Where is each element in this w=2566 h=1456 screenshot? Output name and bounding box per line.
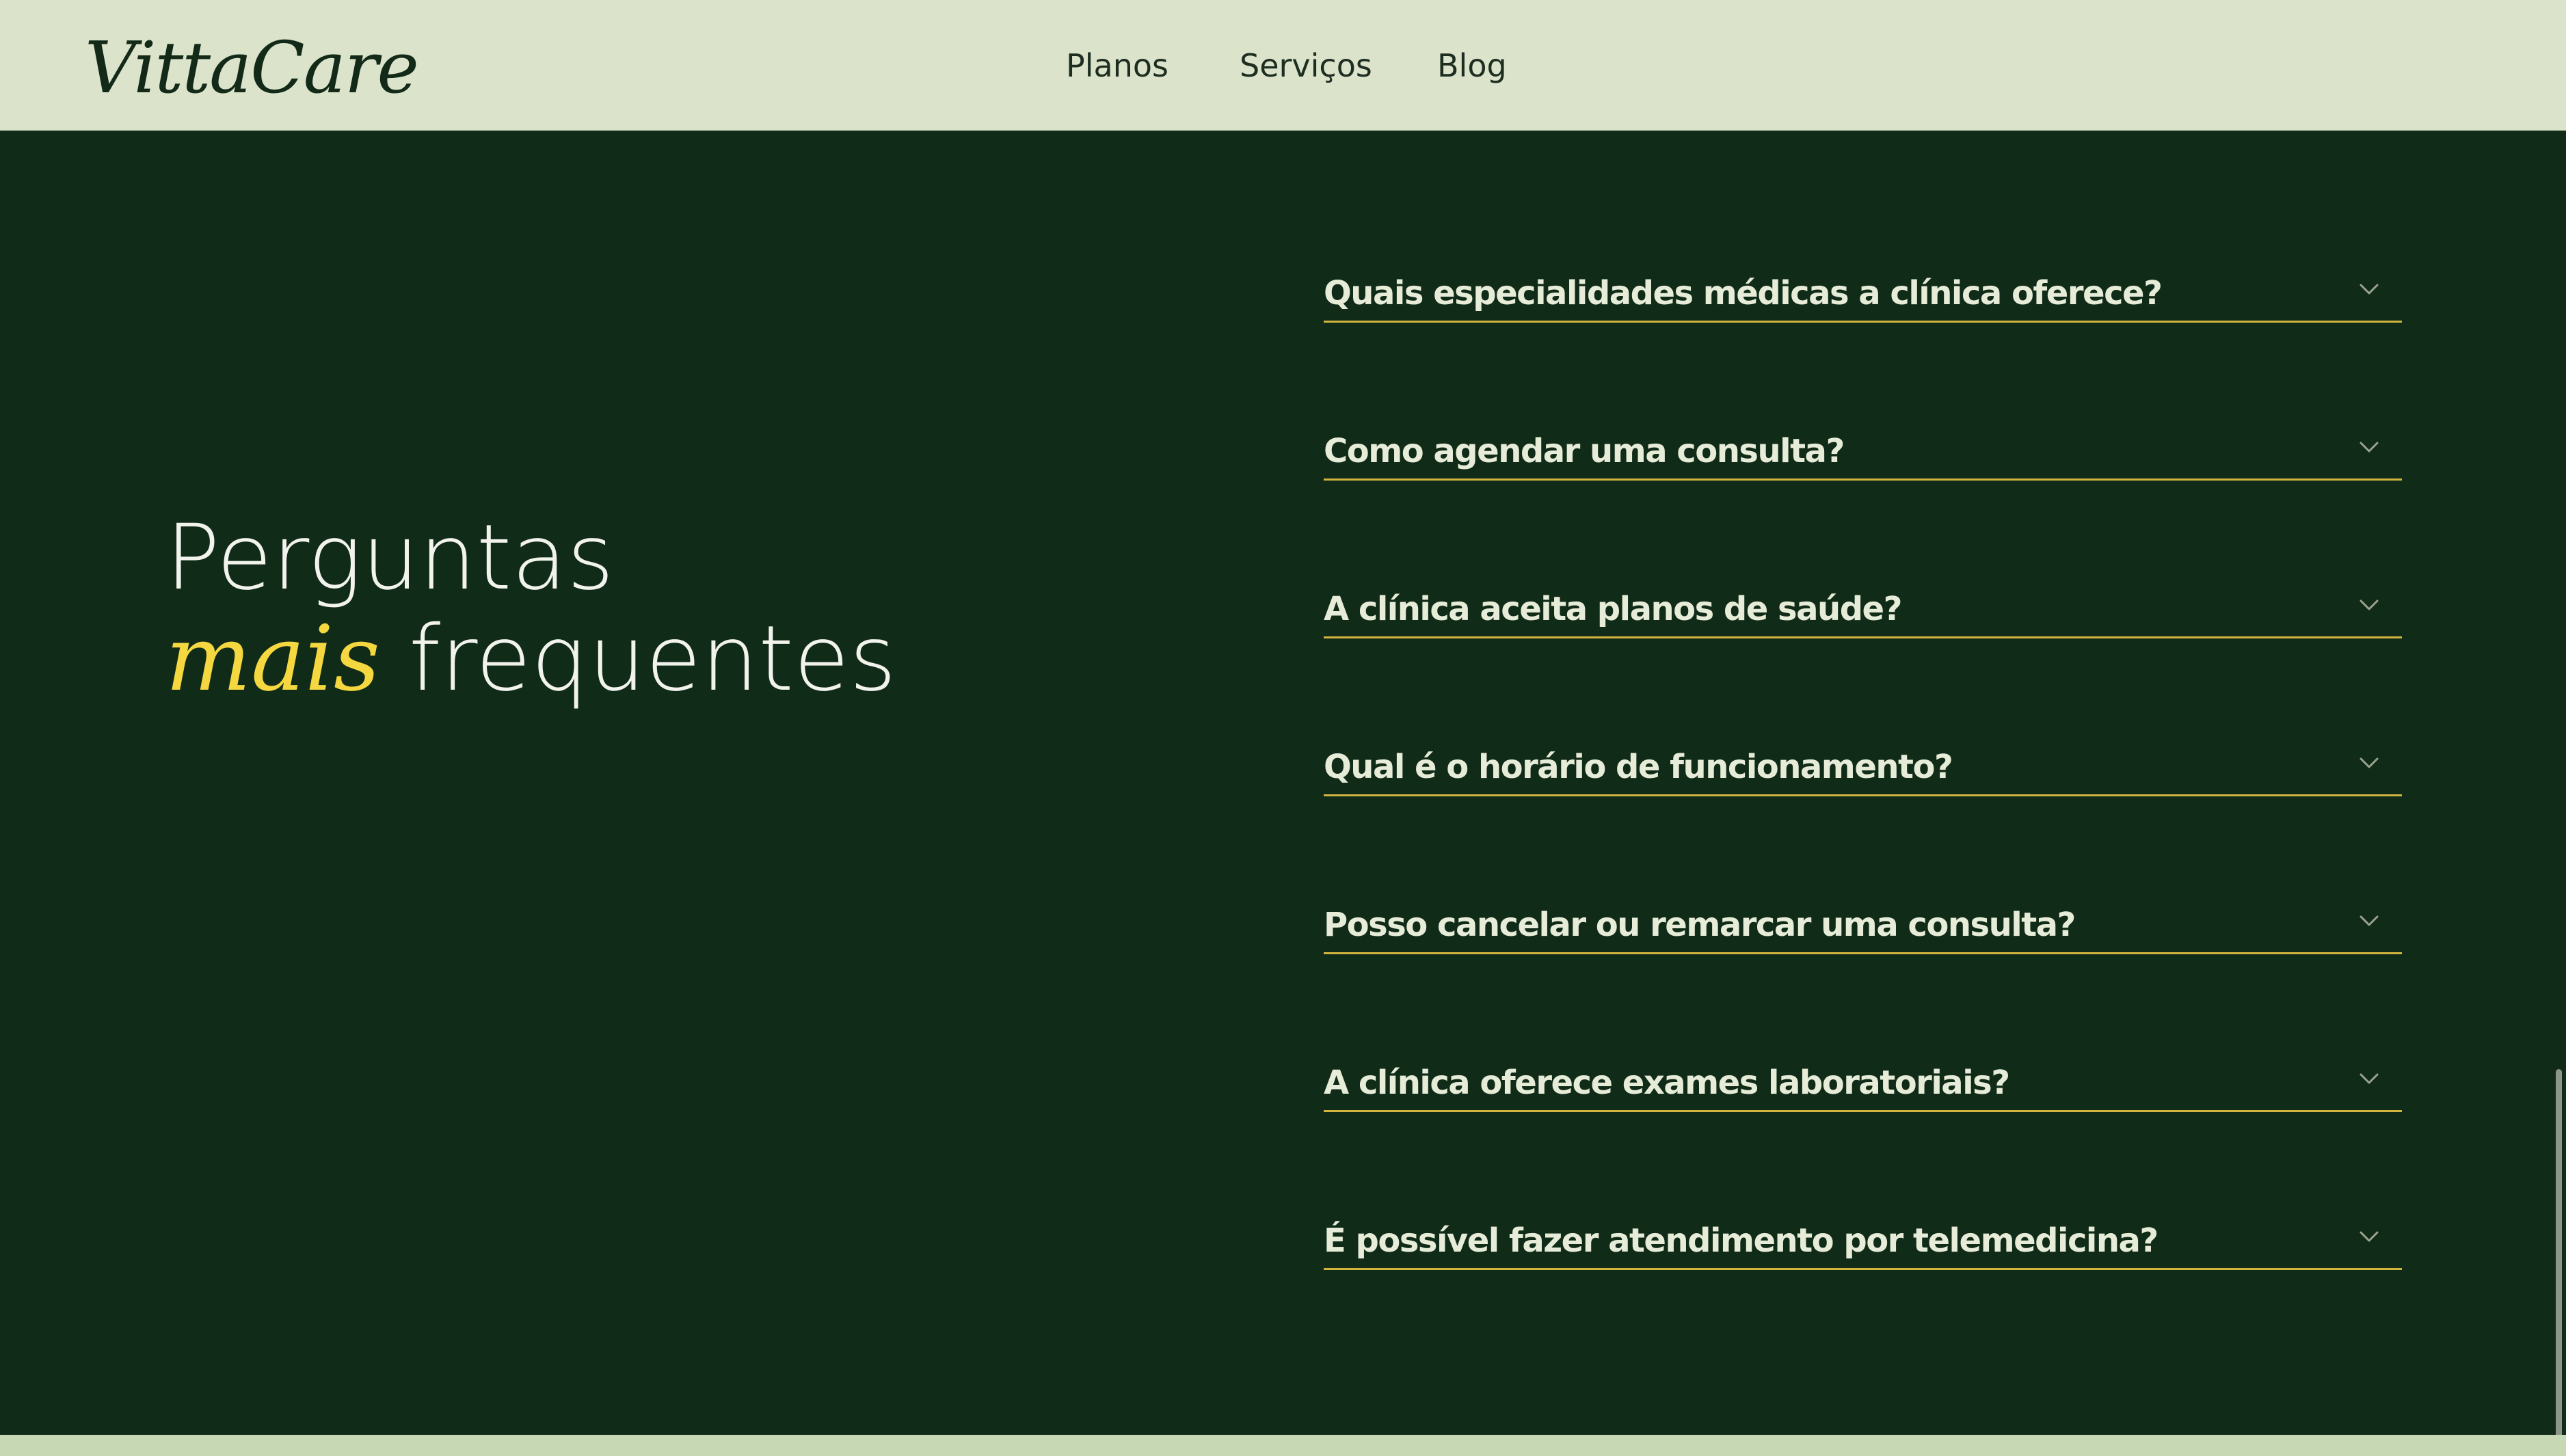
faq-item[interactable]: Qual é o horário de funcionamento? [1324, 638, 2402, 796]
chevron-down-icon[interactable] [2357, 908, 2381, 933]
chevron-down-icon[interactable] [2357, 1066, 2381, 1091]
site-header: VittaCare Planos Serviços Blog [0, 0, 2566, 131]
nav-link-servicos[interactable]: Serviços [1240, 45, 1372, 86]
faq-heading-accent: mais [165, 606, 380, 712]
faq-heading-line1: Perguntas [165, 505, 615, 610]
logo[interactable]: VittaCare [85, 23, 419, 112]
scrollbar-thumb[interactable] [2556, 1069, 2562, 1456]
faq-item[interactable]: Posso cancelar ou remarcar uma consulta? [1324, 796, 2402, 954]
faq-item[interactable]: A clínica aceita planos de saúde? [1324, 481, 2402, 638]
chevron-down-icon[interactable] [2357, 751, 2381, 775]
faq-heading-rest: frequentes [379, 606, 896, 712]
faq-heading: Perguntas mais frequentes [165, 507, 896, 710]
faq-question: Posso cancelar ou remarcar uma consulta? [1324, 906, 2076, 944]
faq-item[interactable]: É possível fazer atendimento por telemed… [1324, 1112, 2402, 1270]
chevron-down-icon[interactable] [2357, 593, 2381, 617]
faq-question: Como agendar uma consulta? [1324, 432, 1845, 470]
faq-item[interactable]: Quais especialidades médicas a clínica o… [1324, 165, 2402, 323]
footer-edge [0, 1435, 2566, 1456]
scrollbar[interactable] [2552, 131, 2566, 1456]
faq-question: É possível fazer atendimento por telemed… [1324, 1222, 2159, 1260]
faq-question: Quais especialidades médicas a clínica o… [1324, 274, 2163, 312]
faq-question: A clínica aceita planos de saúde? [1324, 590, 1902, 628]
faq-heading-line2: mais frequentes [165, 608, 896, 710]
faq-item[interactable]: Como agendar uma consulta? [1324, 323, 2402, 481]
nav-link-blog[interactable]: Blog [1437, 45, 1507, 86]
chevron-down-icon[interactable] [2357, 277, 2381, 301]
faq-question: Qual é o horário de funcionamento? [1324, 748, 1953, 786]
faq-question: A clínica oferece exames laboratoriais? [1324, 1064, 2010, 1102]
chevron-down-icon[interactable] [2357, 435, 2381, 459]
faq-item[interactable]: A clínica oferece exames laboratoriais? [1324, 954, 2402, 1112]
chevron-down-icon[interactable] [2357, 1224, 2381, 1249]
nav-link-planos[interactable]: Planos [1066, 45, 1168, 86]
